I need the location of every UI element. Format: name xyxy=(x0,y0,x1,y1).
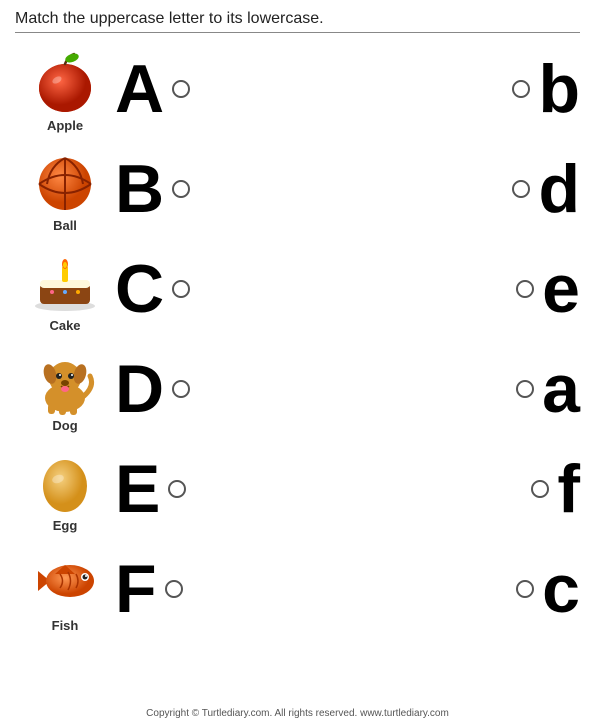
egg-icon xyxy=(30,446,100,516)
fish-label: Fish xyxy=(52,618,79,633)
lower-letter-e: e xyxy=(542,255,580,323)
lower-letter-b: b xyxy=(538,55,580,123)
circle-c-right[interactable] xyxy=(516,580,534,598)
row-dog: Dog D a xyxy=(15,339,580,439)
cake-label: Cake xyxy=(49,318,80,333)
upper-col-e: E xyxy=(115,455,235,523)
upper-col-a: A xyxy=(115,55,235,123)
lower-letter-a: a xyxy=(542,355,580,423)
egg-label: Egg xyxy=(53,518,78,533)
image-col-fish: Fish xyxy=(15,546,115,633)
upper-letter-a: A xyxy=(115,55,164,123)
row-cake: Cake C e xyxy=(15,239,580,339)
circle-d-right[interactable] xyxy=(512,180,530,198)
upper-col-d: D xyxy=(115,355,235,423)
lower-col-a: a xyxy=(480,355,580,423)
upper-letter-e: E xyxy=(115,455,160,523)
circle-b-right[interactable] xyxy=(512,80,530,98)
page-title: Match the uppercase letter to its lowerc… xyxy=(15,10,580,33)
circle-c-left[interactable] xyxy=(172,280,190,298)
circle-b-left[interactable] xyxy=(172,180,190,198)
row-egg: Egg E f xyxy=(15,439,580,539)
upper-col-c: C xyxy=(115,255,235,323)
upper-col-b: B xyxy=(115,155,235,223)
lower-letter-f: f xyxy=(557,455,580,523)
lower-letter-c: c xyxy=(542,555,580,623)
page: Match the uppercase letter to its lowerc… xyxy=(0,0,595,725)
row-ball: Ball B d xyxy=(15,139,580,239)
upper-letter-f: F xyxy=(115,555,157,623)
image-col-dog: Dog xyxy=(15,346,115,433)
circle-f-left[interactable] xyxy=(165,580,183,598)
cake-icon xyxy=(30,246,100,316)
apple-icon xyxy=(30,46,100,116)
upper-col-f: F xyxy=(115,555,235,623)
circle-e-left[interactable] xyxy=(168,480,186,498)
footer: Copyright © Turtlediary.com. All rights … xyxy=(0,708,595,719)
dog-icon xyxy=(30,346,100,416)
image-col-ball: Ball xyxy=(15,146,115,233)
ball-icon xyxy=(30,146,100,216)
rows-container: Apple A b xyxy=(15,39,580,639)
lower-col-c: c xyxy=(480,555,580,623)
fish-icon xyxy=(30,546,100,616)
row-fish: Fish F c xyxy=(15,539,580,639)
upper-letter-b: B xyxy=(115,155,164,223)
image-col-egg: Egg xyxy=(15,446,115,533)
dog-label: Dog xyxy=(52,418,77,433)
ball-label: Ball xyxy=(53,218,77,233)
row-apple: Apple A b xyxy=(15,39,580,139)
lower-col-e: e xyxy=(480,255,580,323)
apple-label: Apple xyxy=(47,118,83,133)
lower-col-d: d xyxy=(480,155,580,223)
circle-e-right[interactable] xyxy=(516,280,534,298)
image-col-apple: Apple xyxy=(15,46,115,133)
circle-d-left[interactable] xyxy=(172,380,190,398)
upper-letter-d: D xyxy=(115,355,164,423)
upper-letter-c: C xyxy=(115,255,164,323)
lower-col-b: b xyxy=(480,55,580,123)
image-col-cake: Cake xyxy=(15,246,115,333)
circle-a-left[interactable] xyxy=(172,80,190,98)
circle-a-right[interactable] xyxy=(516,380,534,398)
lower-col-f: f xyxy=(480,455,580,523)
lower-letter-d: d xyxy=(538,155,580,223)
circle-f-right[interactable] xyxy=(531,480,549,498)
